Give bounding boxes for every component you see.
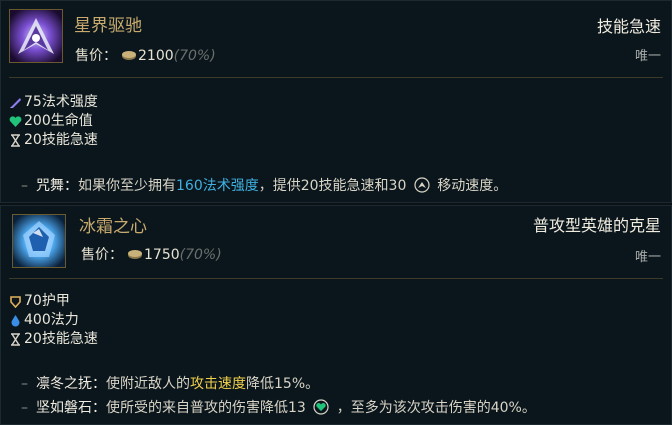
gold-coin-icon (122, 51, 136, 60)
divider (9, 77, 663, 78)
ability-haste-icon (11, 333, 20, 346)
price-percent: (70%) (173, 48, 216, 64)
health-icon (313, 399, 329, 415)
stat-mana: 400法力 (9, 311, 98, 330)
gold-coin-icon (128, 250, 142, 259)
item-card-frozen-heart: 冰霜之心 售价： 1750(70%) 普攻型英雄的克星 唯一 70护甲 400法力… (0, 205, 672, 425)
stat-ability-haste: 20技能急速 (9, 131, 98, 150)
attack-speed-highlight: 攻击速度 (190, 376, 246, 392)
passive-name: 坚如磐石： (36, 400, 106, 416)
armor-icon (10, 296, 21, 308)
stats-list: 70护甲 400法力 20技能急速 (9, 292, 98, 349)
passive-rock-solid: – 坚如磐石：使所受的来自普攻的伤害降低13 ，至多为该次攻击伤害的40%。 (21, 399, 536, 416)
passive-winters-caress: – 凛冬之抚：使附近敌人的攻击速度降低15%。 (21, 376, 320, 392)
stats-list: 75法术强度 200生命值 20技能急速 (9, 93, 98, 150)
stat-ability-power: 75法术强度 (9, 93, 98, 112)
item-icon-cosmic-drive (9, 9, 63, 63)
price-percent: (70%) (179, 247, 222, 263)
item-icon-frozen-heart (12, 214, 66, 268)
unique-label: 唯一 (634, 250, 661, 265)
stat-ability-haste: 20技能急速 (9, 330, 98, 349)
unique-label: 唯一 (634, 49, 661, 64)
item-price: 售价： 2100(70%) (75, 45, 216, 65)
ability-haste-icon (11, 134, 20, 147)
item-tag: 普攻型英雄的克星 (532, 216, 661, 235)
item-price: 售价： 1750(70%) (81, 244, 222, 264)
ability-power-highlight: 160法术强度 (176, 178, 259, 194)
stat-armor: 70护甲 (9, 292, 98, 311)
passive-name: 凛冬之抚： (36, 376, 106, 392)
mana-icon (11, 315, 20, 327)
passive-spelldance: – 咒舞：如果你至少拥有160法术强度，提供20技能急速和30 移动速度。 (21, 177, 508, 194)
item-card-cosmic-drive: 星界驱驰 售价： 2100(70%) 技能急速 唯一 75法术强度 200生命值 … (0, 0, 672, 203)
ability-power-icon (10, 98, 21, 108)
item-tag: 技能急速 (596, 17, 661, 36)
stat-health: 200生命值 (9, 112, 98, 131)
price-label: 售价： (75, 48, 117, 64)
price-value: 1750 (144, 247, 180, 263)
price-label: 售价： (81, 247, 123, 263)
item-name: 冰霜之心 (79, 217, 147, 237)
passive-name: 咒舞： (36, 178, 78, 194)
health-icon (9, 116, 22, 127)
divider (9, 278, 663, 279)
price-value: 2100 (138, 48, 174, 64)
move-speed-icon (414, 177, 430, 193)
item-name: 星界驱驰 (74, 16, 142, 36)
